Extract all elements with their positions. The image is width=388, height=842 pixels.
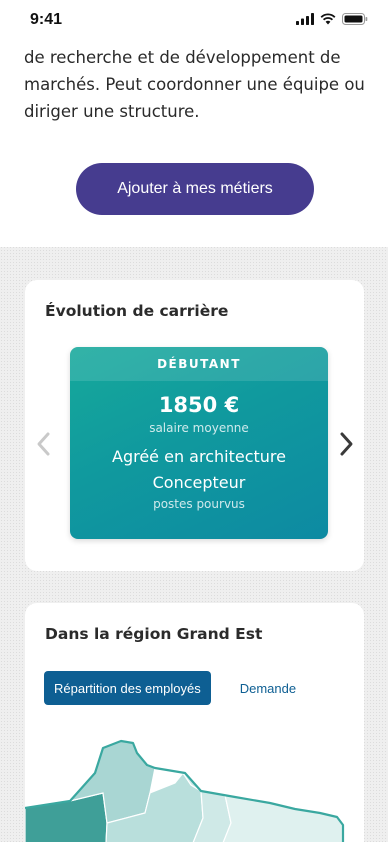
job-description: de recherche et de développement de marc… xyxy=(24,44,369,125)
region-tabs: Répartition des employés Demande xyxy=(44,671,296,705)
map-area-west xyxy=(25,792,108,842)
level-label: DÉBUTANT xyxy=(70,347,328,381)
status-bar: 9:41 xyxy=(0,0,388,44)
signal-icon xyxy=(296,13,314,25)
chevron-left-icon[interactable] xyxy=(34,430,54,458)
region-map[interactable] xyxy=(25,713,364,842)
salary-caption: salaire moyenne xyxy=(149,421,249,435)
tab-employee-distribution[interactable]: Répartition des employés xyxy=(44,671,211,705)
jobs-caption: postes pourvus xyxy=(153,497,245,511)
job-title: Concepteur xyxy=(152,473,246,492)
status-time: 9:41 xyxy=(30,11,63,28)
job-title: Agréé en architecture xyxy=(112,447,286,466)
salary-value: 1850 € xyxy=(158,393,240,417)
jobs-list: Agréé en architecture Concepteur xyxy=(70,444,328,496)
region-title: Dans la région Grand Est xyxy=(45,625,263,643)
description-line: marchés. Peut coordonner une équipe ou xyxy=(24,75,365,94)
battery-icon xyxy=(342,13,368,25)
region-card: Dans la région Grand Est Répartition des… xyxy=(25,603,364,842)
add-to-my-jobs-button[interactable]: Ajouter à mes métiers xyxy=(76,163,314,215)
career-level-card: DÉBUTANT 1850 € salaire moyenne Agréé en… xyxy=(70,347,328,539)
status-icons xyxy=(296,13,368,25)
description-line: diriger une structure. xyxy=(24,102,200,121)
chevron-right-icon[interactable] xyxy=(336,430,356,458)
tab-demand[interactable]: Demande xyxy=(240,681,296,696)
wifi-icon xyxy=(320,13,336,25)
career-evolution-card: Évolution de carrière DÉBUTANT 1850 € sa… xyxy=(25,280,364,571)
description-line: de recherche et de développement de xyxy=(24,48,341,67)
career-title: Évolution de carrière xyxy=(45,302,229,320)
